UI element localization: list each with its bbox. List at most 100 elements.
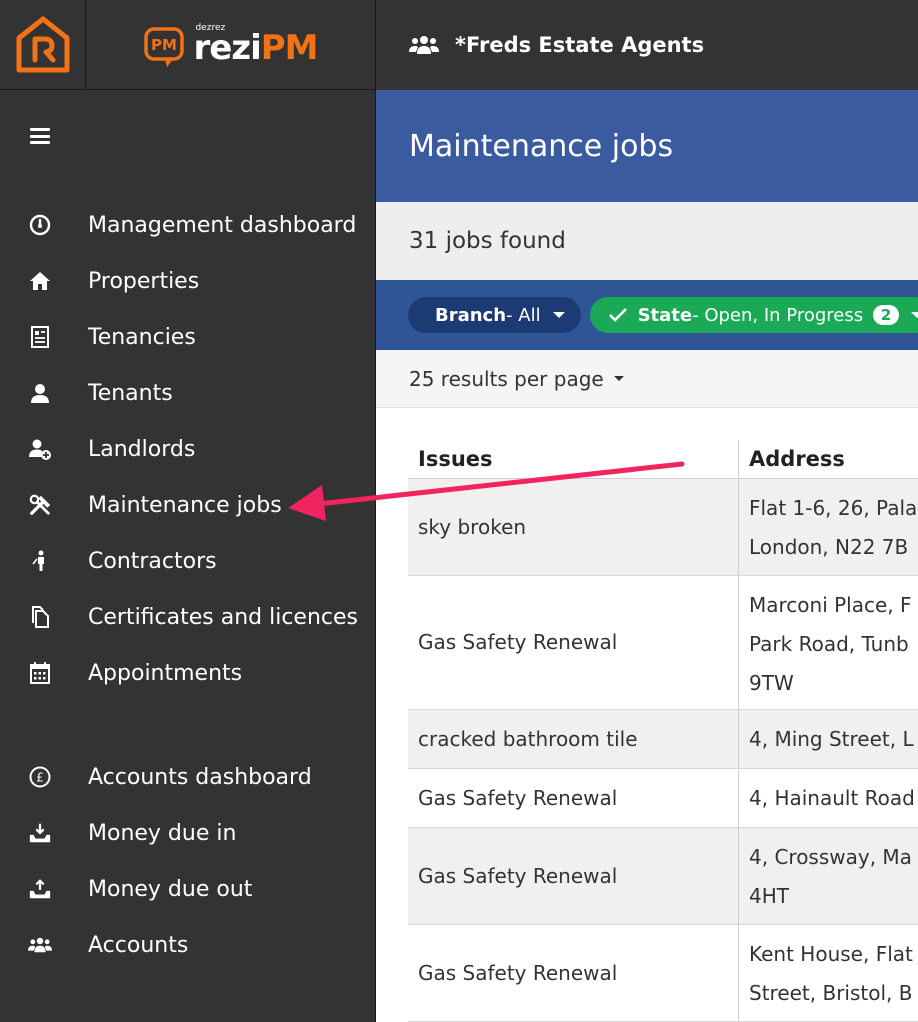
issue-cell: Gas Safety Renewal [418, 785, 618, 810]
nav-label: Certificates and licences [88, 604, 359, 630]
page-title: Maintenance jobs [409, 128, 674, 164]
nav-label: Accounts dashboard [88, 764, 312, 790]
nav-item-contractors[interactable]: Contractors [0, 533, 376, 589]
nav-item-accounts[interactable]: Accounts [0, 917, 376, 973]
state-filter-count-badge: 2 [873, 305, 900, 325]
issue-cell: Gas Safety Renewal [418, 630, 618, 654]
user-plus-icon [28, 437, 52, 461]
table-row[interactable]: Gas Safety Renewal Marconi Place, F Park… [408, 576, 918, 710]
branch-filter-value: - All [506, 304, 541, 326]
logo-pm-text: PM [260, 28, 319, 68]
address-line: Kent House, Flat [749, 942, 913, 966]
rezi-home-logo[interactable] [0, 0, 86, 90]
nav-label: Landlords [88, 436, 196, 462]
nav-item-certificates-licences[interactable]: Certificates and licences [0, 589, 376, 645]
nav-label: Maintenance jobs [88, 492, 282, 518]
accounts-nav: £ Accounts dashboard Money due in Money … [0, 749, 376, 973]
pm-badge-icon: PM [144, 26, 185, 67]
chevron-down-icon [613, 376, 624, 381]
results-summary-bar: 31 jobs found [376, 202, 918, 280]
address-line: 4, Hainault Road [749, 786, 915, 810]
address-line: Marconi Place, F [749, 593, 912, 617]
table-row[interactable]: sky broken Flat 1-6, 26, Pala London, N2… [408, 479, 918, 576]
users-group-icon [28, 933, 52, 957]
address-cell: Flat 1-6, 26, Pala London, N22 7B [738, 479, 918, 575]
address-cell: Kent House, Flat Street, Bristol, B [738, 925, 918, 1021]
home-icon [28, 269, 52, 293]
check-icon [608, 308, 627, 322]
address-cell: 4, Crossway, Ma 4HT [738, 828, 918, 924]
main-nav: Management dashboard Properties Tenancie… [0, 197, 376, 701]
nav-item-accounts-dashboard[interactable]: £ Accounts dashboard [0, 749, 376, 805]
users-icon [409, 34, 439, 56]
house-r-logo-icon [16, 16, 69, 73]
nav-item-maintenance-jobs[interactable]: Maintenance jobs [0, 477, 376, 533]
nav-label: Money due out [88, 876, 253, 902]
nav-item-appointments[interactable]: Appointments [0, 645, 376, 701]
dashboard-gauge-icon [28, 213, 52, 237]
address-cell: 4, Hainault Road [738, 769, 918, 827]
user-icon [28, 381, 52, 405]
chevron-down-icon [911, 312, 918, 318]
files-icon [28, 605, 52, 629]
hamburger-icon[interactable] [29, 126, 51, 146]
nav-item-properties[interactable]: Properties [0, 253, 376, 309]
state-filter-button[interactable]: State - Open, In Progress 2 [589, 297, 918, 333]
address-line: 4, Ming Street, L [749, 727, 914, 751]
pound-circle-icon: £ [28, 765, 52, 789]
document-icon [28, 325, 52, 349]
nav-item-landlords[interactable]: Landlords [0, 421, 376, 477]
logo-wordmark: reziPM [193, 28, 319, 68]
nav-label: Contractors [88, 548, 217, 574]
agency-name[interactable]: *Freds Estate Agents [455, 33, 704, 57]
nav-item-tenants[interactable]: Tenants [0, 365, 376, 421]
branch-filter-key: Branch [435, 304, 507, 326]
issue-cell: Gas Safety Renewal [418, 863, 618, 888]
nav-label: Tenants [88, 380, 173, 406]
nav-label: Tenancies [88, 324, 196, 350]
tray-download-icon [28, 821, 52, 845]
address-line: 9TW [749, 671, 794, 695]
topbar: *Freds Estate Agents [376, 0, 918, 90]
nav-item-money-due-out[interactable]: Money due out [0, 861, 376, 917]
table-row[interactable]: cracked bathroom tile 4, Ming Street, L [408, 710, 918, 769]
results-count: 31 jobs found [409, 228, 566, 254]
table-row[interactable]: Gas Safety Renewal Kent House, Flat Stre… [408, 925, 918, 1022]
issue-cell: Gas Safety Renewal [418, 960, 618, 985]
rezipm-logo[interactable]: PM dezrez reziPM [86, 0, 375, 89]
issue-cell: cracked bathroom tile [418, 726, 638, 751]
tools-icon [28, 493, 52, 517]
nav-label: Management dashboard [88, 212, 357, 238]
svg-text:£: £ [36, 771, 44, 785]
branch-filter-button[interactable]: Branch - All [408, 297, 581, 333]
state-filter-value: - Open, In Progress [692, 304, 864, 326]
table-header: Issues Address [408, 440, 918, 479]
logo-bar: PM dezrez reziPM [0, 0, 375, 90]
pm-badge-logo: PM [143, 25, 189, 67]
issue-cell: sky broken [418, 514, 527, 539]
column-header-issues[interactable]: Issues [408, 440, 738, 478]
address-cell: Marconi Place, F Park Road, Tunb 9TW [738, 576, 918, 709]
nav-item-tenancies[interactable]: Tenancies [0, 309, 376, 365]
address-line: Street, Bristol, B [749, 981, 913, 1005]
address-line: Park Road, Tunb [749, 632, 909, 656]
address-line: 4HT [749, 884, 789, 908]
results-per-page-dropdown[interactable]: 25 results per page [376, 350, 918, 408]
nav-label: Accounts [88, 932, 189, 958]
jobs-table: Issues Address sky broken Flat 1-6, 26, … [408, 440, 918, 1022]
table-row[interactable]: Gas Safety Renewal 4, Crossway, Ma 4HT [408, 828, 918, 925]
calendar-icon [28, 661, 52, 685]
address-line: 4, Crossway, Ma [749, 845, 912, 869]
column-header-address[interactable]: Address [738, 440, 918, 478]
nav-label: Appointments [88, 660, 243, 686]
nav-item-management-dashboard[interactable]: Management dashboard [0, 197, 376, 253]
nav-label: Money due in [88, 820, 237, 846]
table-row[interactable]: Gas Safety Renewal 4, Hainault Road [408, 769, 918, 828]
results-per-page-label: 25 results per page [409, 366, 604, 391]
address-cell: 4, Ming Street, L [738, 710, 918, 768]
worker-icon [28, 549, 52, 573]
chevron-down-icon [552, 312, 565, 318]
nav-label: Properties [88, 268, 200, 294]
page-header: Maintenance jobs [376, 90, 918, 202]
nav-item-money-due-in[interactable]: Money due in [0, 805, 376, 861]
